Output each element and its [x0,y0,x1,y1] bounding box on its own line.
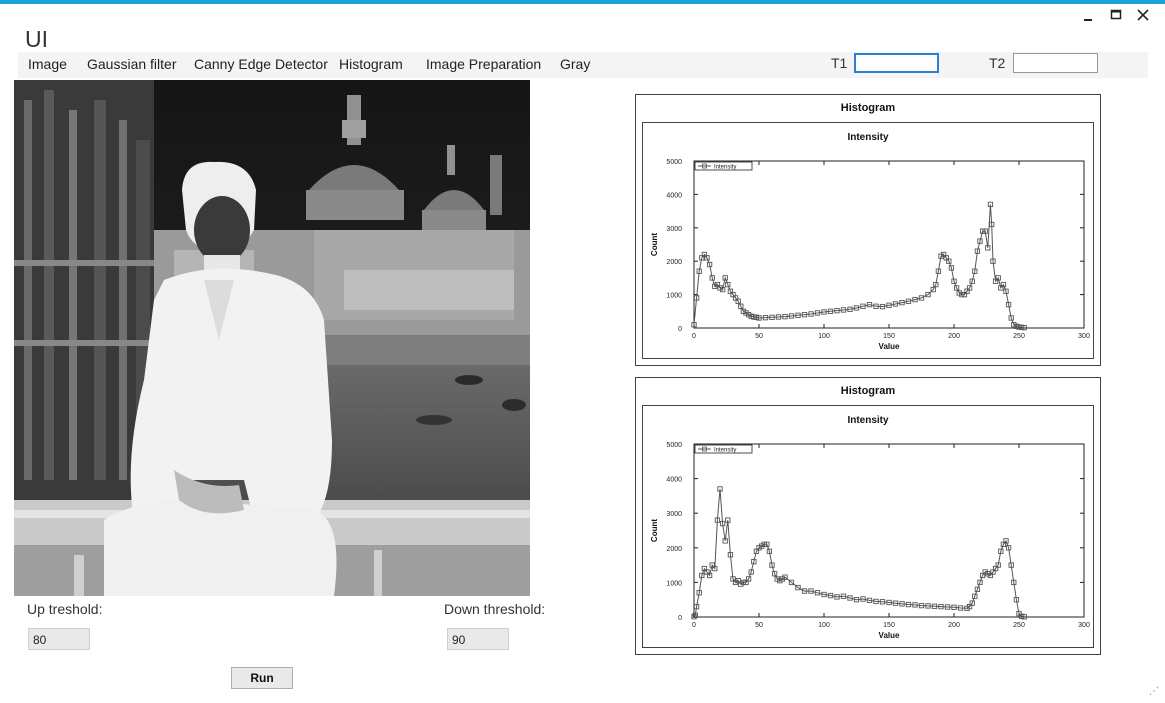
t1-label: T1 [831,55,848,71]
down-threshold-label: Down threshold: [444,601,546,617]
window-accent-bar [0,0,1165,4]
chart-subtitle: Intensity [847,415,889,426]
y-tick-label: 1000 [666,293,682,300]
x-axis-label: Value [879,342,900,351]
y-tick-label: 3000 [666,226,682,233]
histogram-chart-1: Intensity0 50 100 150 200 250 3000100020003000… [650,132,1090,351]
y-axis-label: Count [650,519,659,542]
histogram-panel-2-title: Histogram [840,385,896,397]
x-tick-label: 300 [1078,622,1090,629]
x-tick-label: 50 [755,333,763,340]
histogram-panel-2: Histogram Intensity 0 50 100 150 200 250 300 0 10… [635,377,1101,655]
app-title: UI [25,26,48,52]
x-tick-label: 250 [1013,333,1025,340]
histogram-chart-2: Intensity0 50 100 150 200 250 3000100020003000… [650,415,1090,640]
up-threshold-label: Up treshold: [27,601,103,617]
x-tick-label: 0 [692,333,696,340]
histogram-panel-1: Histogram Intensity 0 50 100 150 200 250 300 0 10… [635,94,1101,366]
x-tick-label: 300 [1078,333,1090,340]
x-tick-label: 200 [948,622,960,629]
y-tick-label: 5000 [666,159,682,166]
x-tick-label: 50 [755,622,763,629]
histogram-plot-box-2: Intensity 0 50 100 150 200 250 300 0 1000 2000 3000… [642,405,1094,648]
y-tick-label: 4000 [666,477,682,484]
close-icon[interactable] [1132,4,1154,26]
run-button[interactable]: Run [231,667,293,689]
histogram-panel-1-title: Histogram [840,102,896,114]
menu-item-image[interactable]: Image [28,56,67,72]
up-threshold-input[interactable]: 80 [28,628,90,650]
y-tick-label: 0 [678,615,682,622]
y-tick-label: 2000 [666,259,682,266]
menu-item-gray[interactable]: Gray [560,56,590,72]
histogram-plot-box-1: Intensity 0 50 100 150 200 250 300 0 1000 2000 3000… [642,122,1094,359]
x-tick-label: 150 [883,333,895,340]
x-axis-label: Value [879,631,900,640]
y-tick-label: 4000 [666,192,682,199]
menu-item-canny-edge-detector[interactable]: Canny Edge Detector [194,56,328,72]
x-tick-label: 100 [818,333,830,340]
y-tick-label: 5000 [666,442,682,449]
down-threshold-input[interactable]: 90 [447,628,509,650]
x-tick-label: 0 [692,622,696,629]
x-tick-label: 150 [883,622,895,629]
y-axis-label: Count [650,233,659,256]
legend-label: Intensity [714,448,736,454]
y-tick-label: 0 [678,326,682,333]
t2-label: T2 [989,55,1006,71]
x-tick-label: 250 [1013,622,1025,629]
menu-bar: Image Gaussian filter Canny Edge Detecto… [18,52,1148,78]
maximize-icon[interactable] [1105,4,1127,26]
t2-input[interactable] [1013,53,1098,73]
t1-input[interactable] [854,53,939,73]
y-tick-label: 2000 [666,546,682,553]
x-tick-label: 200 [948,333,960,340]
menu-item-gaussian-filter[interactable]: Gaussian filter [87,56,176,72]
x-tick-label: 100 [818,622,830,629]
y-tick-label: 1000 [666,580,682,587]
menu-item-image-preparation[interactable]: Image Preparation [426,56,541,72]
menu-item-histogram[interactable]: Histogram [339,56,403,72]
plot-area [693,443,1085,618]
resize-grip-icon[interactable]: ⋰ [1149,686,1159,697]
minimize-icon[interactable] [1077,4,1099,26]
chart-subtitle: Intensity [847,132,889,143]
y-tick-label: 3000 [666,511,682,518]
image-preview [14,80,530,596]
legend-label: Intensity [714,165,736,171]
